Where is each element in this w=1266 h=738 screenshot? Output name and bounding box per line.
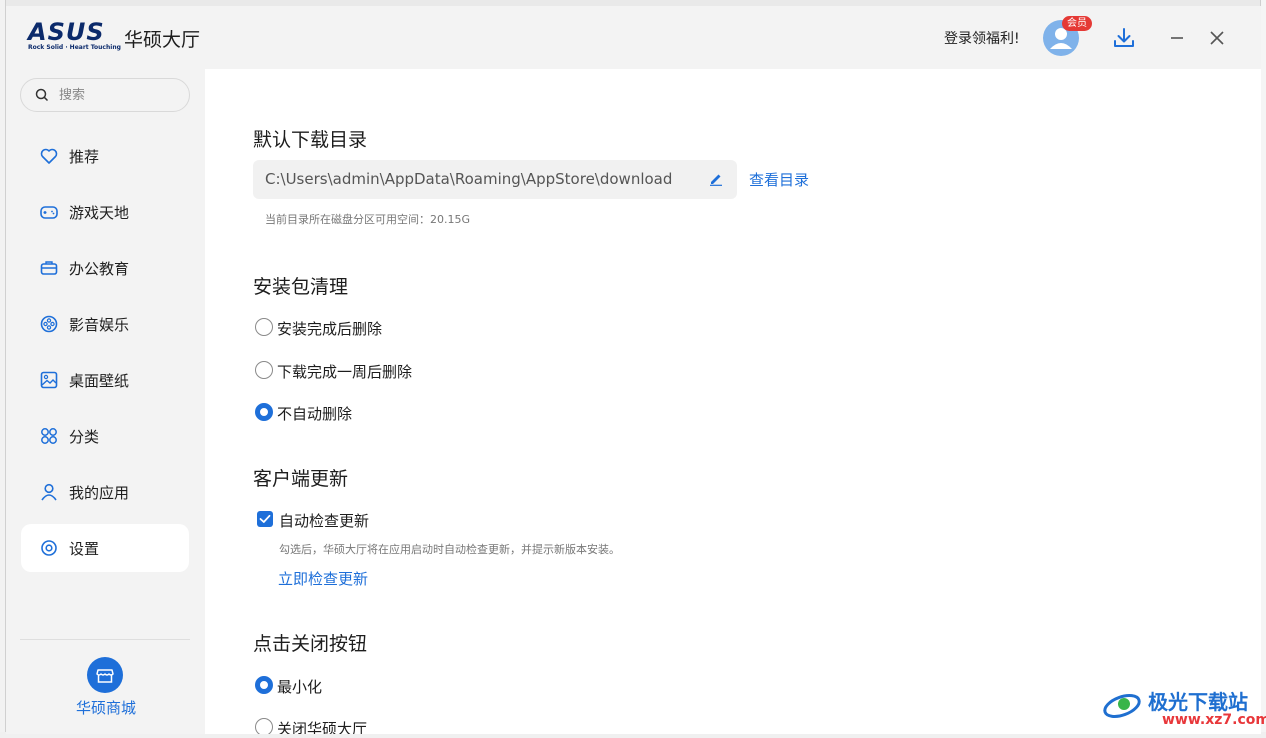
search-input[interactable]: [59, 86, 179, 104]
settings-panel: 默认下载目录 C:\Users\admin\AppData\Roaming\Ap…: [205, 69, 1261, 734]
sidebar-item-label: 推荐: [69, 148, 100, 166]
radio-button[interactable]: [255, 318, 273, 336]
app-title: 华硕大厅: [124, 29, 201, 51]
download-dir-title: 默认下载目录: [253, 129, 368, 151]
watermark-title: 极光下载站: [1148, 690, 1248, 714]
sidebar-item-wallpaper[interactable]: 桌面壁纸: [21, 356, 189, 404]
sidebar: 推荐 游戏天地 办公教育 影音娱乐: [6, 69, 205, 734]
auto-check-update-label: 自动检查更新: [279, 512, 370, 530]
store-label: 华硕商城: [75, 699, 136, 717]
sidebar-item-settings[interactable]: 设置: [21, 524, 189, 572]
sidebar-divider: [20, 639, 190, 640]
watermark-url: www.xz7.com: [1162, 712, 1266, 728]
free-space-text: 当前目录所在磁盘分区可用空间：20.15G: [265, 213, 471, 226]
view-directory-link[interactable]: 查看目录: [749, 169, 809, 190]
radio-label: 下载完成一周后删除: [277, 363, 413, 381]
close-button-behavior-title: 点击关闭按钮: [253, 633, 368, 655]
radio-label: 最小化: [277, 678, 323, 696]
heart-icon: [40, 148, 58, 164]
title-bar: ASUS Rock Solid · Heart Touching 华硕大厅 登录…: [6, 6, 1261, 69]
vip-badge: 会员: [1062, 16, 1092, 31]
auto-check-update-checkbox[interactable]: [257, 511, 273, 527]
sidebar-item-my-apps[interactable]: 我的应用: [21, 468, 189, 516]
minimize-button[interactable]: [1165, 26, 1189, 50]
sidebar-item-label: 影音娱乐: [69, 316, 130, 334]
download-manager-button[interactable]: [1112, 26, 1136, 50]
search-box[interactable]: [20, 78, 190, 112]
site-watermark: 极光下载站 www.xz7.com: [1102, 684, 1266, 732]
minimize-icon: [1171, 37, 1183, 39]
settings-icon: [41, 540, 57, 556]
radio-label: 关闭华硕大厅: [277, 720, 368, 734]
package-cleanup-title: 安装包清理: [253, 276, 349, 298]
gamepad-icon: [40, 206, 58, 219]
briefcase-icon: [40, 261, 58, 275]
sidebar-item-label: 分类: [69, 428, 100, 446]
auto-update-hint: 勾选后，华硕大厅将在应用启动时自动检查更新，并提示新版本安装。: [279, 543, 620, 556]
client-update-title: 客户端更新: [253, 468, 349, 490]
scrollbar[interactable]: [1255, 69, 1261, 734]
sidebar-item-office[interactable]: 办公教育: [21, 244, 189, 292]
radio-button-selected[interactable]: [255, 676, 273, 694]
sidebar-item-media[interactable]: 影音娱乐: [21, 300, 189, 348]
sidebar-item-label: 我的应用: [69, 484, 130, 502]
radio-button-selected[interactable]: [255, 403, 273, 421]
edit-pencil-icon[interactable]: [709, 172, 723, 186]
sidebar-item-label: 桌面壁纸: [69, 372, 130, 390]
close-button[interactable]: [1205, 26, 1229, 50]
logo-tagline: Rock Solid · Heart Touching: [28, 44, 121, 51]
sidebar-item-categories[interactable]: 分类: [21, 412, 189, 460]
download-path-value: C:\Users\admin\AppData\Roaming\AppStore\…: [265, 170, 673, 188]
login-rewards-link[interactable]: 登录领福利!: [944, 28, 1020, 48]
store-icon: [87, 657, 123, 693]
sidebar-item-label: 游戏天地: [69, 204, 130, 222]
sidebar-item-label: 设置: [69, 540, 100, 558]
image-icon: [40, 371, 58, 389]
sidebar-item-label: 办公教育: [69, 260, 130, 278]
asus-store-button[interactable]: 华硕商城: [60, 651, 152, 721]
radio-button[interactable]: [255, 718, 273, 734]
sidebar-item-recommend[interactable]: 推荐: [21, 132, 189, 180]
close-icon: [1210, 31, 1224, 45]
logo-wordmark: ASUS: [28, 18, 105, 46]
sidebar-item-games[interactable]: 游戏天地: [21, 188, 189, 236]
radio-button[interactable]: [255, 361, 273, 379]
user-icon: [41, 483, 57, 501]
watermark-logo-icon: [1103, 694, 1141, 718]
search-icon: [35, 88, 49, 102]
radio-label: 安装完成后删除: [277, 320, 383, 338]
app-window: ASUS Rock Solid · Heart Touching 华硕大厅 登录…: [6, 6, 1261, 734]
download-icon: [1114, 28, 1134, 47]
grid-icon: [41, 428, 57, 444]
download-path-field: C:\Users\admin\AppData\Roaming\AppStore\…: [253, 160, 737, 199]
radio-label: 不自动删除: [277, 405, 353, 423]
check-update-now-link[interactable]: 立即检查更新: [278, 568, 368, 589]
film-reel-icon: [40, 315, 58, 333]
asus-logo: ASUS Rock Solid · Heart Touching: [28, 18, 121, 54]
checkmark-icon: [259, 514, 271, 523]
